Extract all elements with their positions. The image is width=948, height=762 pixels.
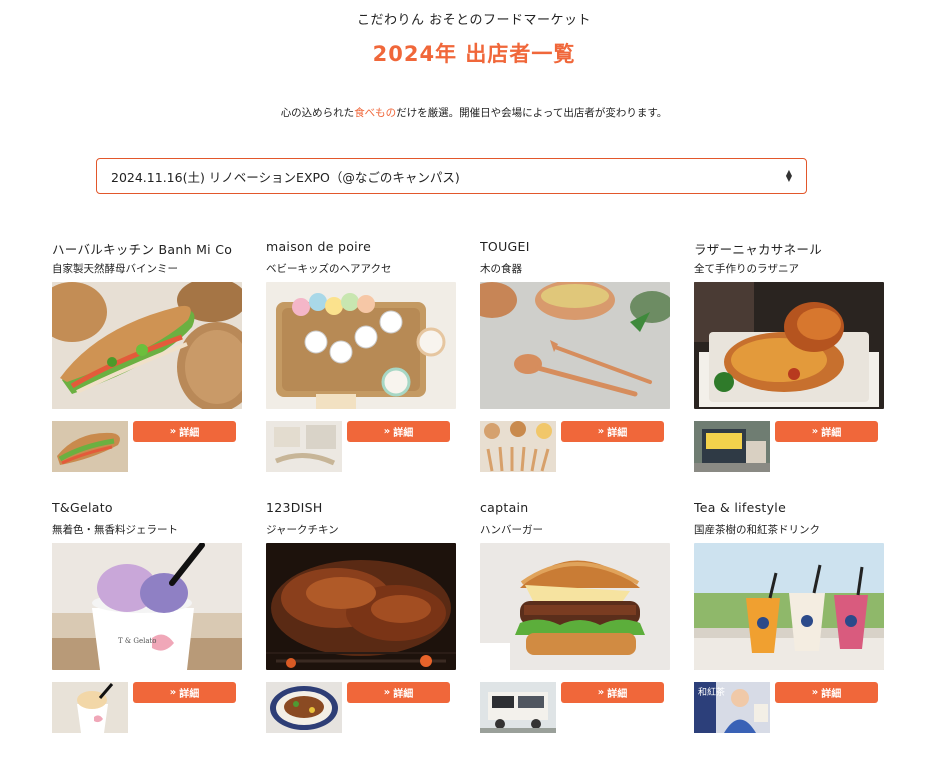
vendor-name: T&Gelato — [52, 500, 113, 515]
vendor-desc: 自家製天然酵母バインミー — [52, 263, 178, 275]
vendor-card: 123DISH ジャークチキン » 詳細 — [266, 500, 458, 733]
vendor-card: ハーバルキッチン Banh Mi Co 自家製天然酵母バインミー » 詳細 — [52, 239, 244, 472]
vendor-card: ラザーニャカサネール 全て手作りのラザニア » 詳細 — [694, 239, 886, 472]
vendor-main-image[interactable] — [480, 282, 670, 409]
vendor-thumb-image[interactable] — [266, 421, 342, 472]
double-chevron-right-icon: » — [597, 426, 605, 437]
event-select[interactable]: 2024.11.16(土) リノベーションEXPO（@なごのキャンパス) ▲ ▼ — [96, 158, 807, 194]
double-chevron-right-icon: » — [383, 687, 391, 698]
detail-button-label: 詳細 — [821, 428, 842, 439]
vendor-card: T&Gelato 無着色・無香料ジェラート T & Gelato » 詳細 — [52, 500, 244, 733]
page-title: 2024年 出店者一覧 — [372, 42, 576, 66]
vendor-name: Tea & lifestyle — [694, 500, 787, 515]
lead-text: 心の込められた食べものだけを厳選。開催日や会場によって出店者が変わります。 — [0, 105, 948, 120]
detail-button[interactable]: » 詳細 — [775, 682, 878, 703]
vendor-main-image[interactable] — [694, 282, 884, 409]
vendor-card: captain ハンバーガー » 詳細 — [480, 500, 672, 733]
vendor-name: TOUGEI — [480, 239, 530, 254]
vendor-thumb-image[interactable] — [52, 421, 128, 472]
double-chevron-right-icon: » — [169, 426, 177, 437]
detail-button-label: 詳細 — [393, 428, 414, 439]
double-chevron-right-icon: » — [169, 687, 177, 698]
detail-button-label: 詳細 — [821, 689, 842, 700]
lead-highlight: 食べもの — [354, 107, 397, 119]
vendor-main-image[interactable] — [266, 543, 456, 670]
detail-button-label: 詳細 — [607, 689, 628, 700]
lead-text-before: 心の込められた — [280, 107, 355, 119]
detail-button[interactable]: » 詳細 — [347, 421, 450, 442]
vendor-name: ハーバルキッチン Banh Mi Co — [52, 242, 233, 257]
vendor-thumb-image[interactable] — [694, 421, 770, 472]
vendor-card: Tea & lifestyle 国産茶樹の和紅茶ドリンク 和紅茶 » 詳細 — [694, 500, 886, 733]
tea-banner-text: 和紅茶 — [698, 686, 725, 698]
vendor-thumb-image[interactable] — [52, 682, 128, 733]
vendor-thumb-image[interactable] — [266, 682, 342, 733]
detail-button[interactable]: » 詳細 — [347, 682, 450, 703]
detail-button-label: 詳細 — [393, 689, 414, 700]
vendor-desc: 全て手作りのラザニア — [694, 263, 799, 275]
vendor-desc: ベビーキッズのヘアアクセ — [266, 263, 392, 275]
vendor-card: maison de poire ベビーキッズのヘアアクセ » 詳細 — [266, 239, 458, 472]
detail-button[interactable]: » 詳細 — [775, 421, 878, 442]
double-chevron-right-icon: » — [383, 426, 391, 437]
site-name: こだわりん おそとのフードマーケット — [356, 13, 591, 28]
vendor-desc: 木の食器 — [480, 263, 522, 275]
vendor-desc: 国産茶樹の和紅茶ドリンク — [694, 524, 820, 536]
vendor-name: captain — [480, 500, 529, 515]
vendor-thumb-image[interactable]: 和紅茶 — [694, 682, 770, 733]
detail-button[interactable]: » 詳細 — [133, 421, 236, 442]
detail-button-label: 詳細 — [179, 428, 200, 439]
double-chevron-right-icon: » — [811, 426, 819, 437]
lead-text-after: だけを厳選。開催日や会場によって出店者が変わります。 — [396, 107, 668, 119]
vendor-main-image[interactable]: T & Gelato — [52, 543, 242, 670]
detail-button[interactable]: » 詳細 — [133, 682, 236, 703]
event-select-value: 2024.11.16(土) リノベーションEXPO（@なごのキャンパス) — [111, 169, 460, 185]
vendor-name: 123DISH — [266, 500, 323, 515]
vendor-thumb-image[interactable] — [480, 421, 556, 472]
vendor-main-image[interactable] — [266, 282, 456, 409]
gelato-cup-text: T & Gelato — [118, 637, 157, 645]
vendor-thumb-image[interactable] — [480, 682, 556, 733]
vendor-name: maison de poire — [266, 239, 372, 254]
vendor-card: TOUGEI 木の食器 » 詳細 — [480, 239, 672, 472]
detail-button-label: 詳細 — [179, 689, 200, 700]
vendor-desc: 無着色・無香料ジェラート — [52, 524, 178, 536]
vendor-desc: ハンバーガー — [480, 524, 543, 536]
double-chevron-right-icon: » — [597, 687, 605, 698]
double-chevron-right-icon: » — [811, 687, 819, 698]
vendor-main-image[interactable] — [52, 282, 242, 409]
vendor-main-image[interactable] — [480, 543, 670, 670]
vendor-name: ラザーニャカサネール — [694, 242, 823, 257]
select-arrows-icon: ▲ ▼ — [785, 168, 792, 183]
detail-button[interactable]: » 詳細 — [561, 682, 664, 703]
detail-button-label: 詳細 — [607, 428, 628, 439]
vendor-main-image[interactable] — [694, 543, 884, 670]
vendor-desc: ジャークチキン — [266, 524, 339, 536]
detail-button[interactable]: » 詳細 — [561, 421, 664, 442]
